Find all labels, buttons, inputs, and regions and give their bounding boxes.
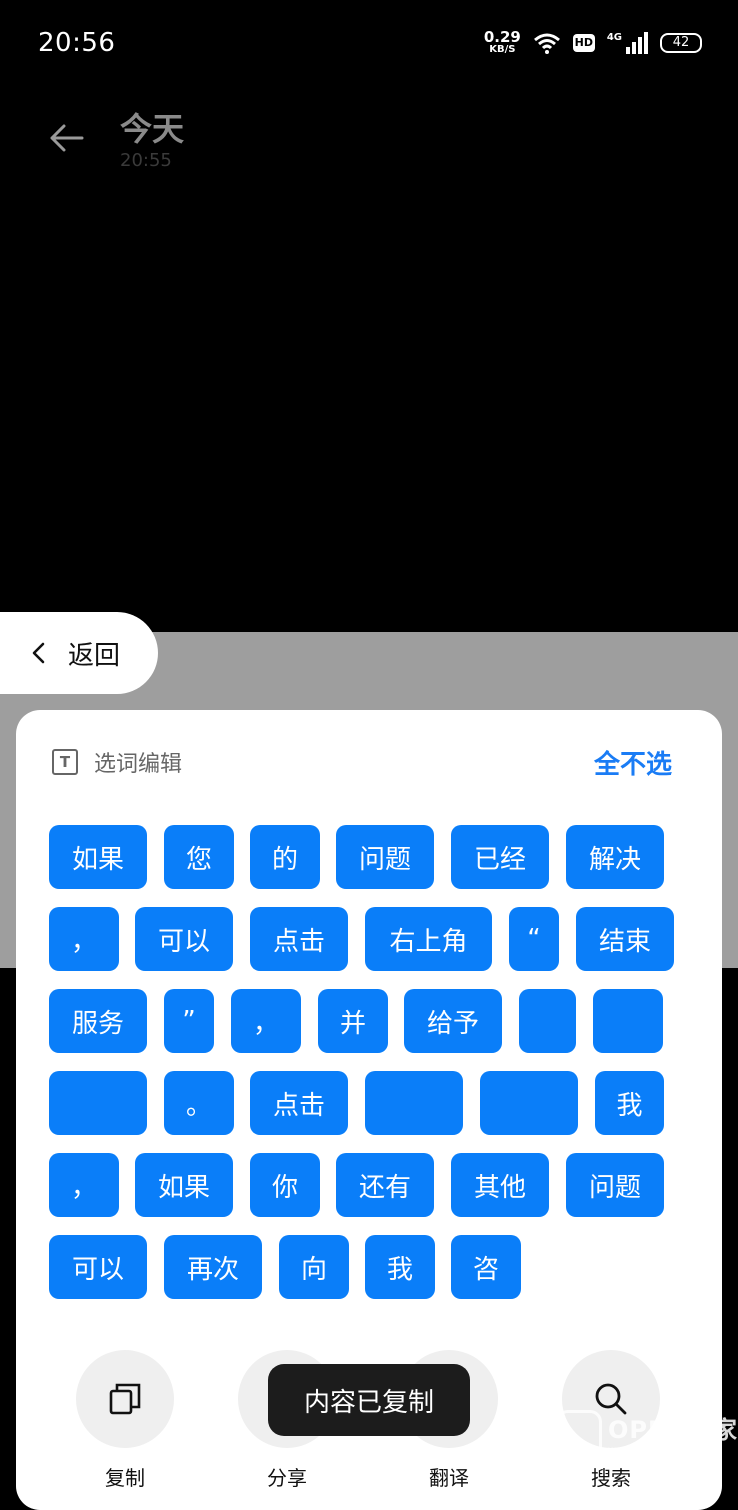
- hd-icon: HD: [572, 33, 595, 52]
- page-title: 今天: [120, 110, 185, 148]
- word-chip[interactable]: [49, 1071, 147, 1135]
- share-label: 分享: [267, 1466, 307, 1490]
- status-bar: 20:56 0.29 KB/S HD 4G 42: [0, 0, 738, 90]
- back-arrow-icon[interactable]: [46, 118, 86, 158]
- word-chip[interactable]: ，: [49, 1153, 119, 1217]
- status-time: 20:56: [38, 28, 116, 58]
- word-chip[interactable]: 其他: [451, 1153, 549, 1217]
- word-chip[interactable]: ”: [164, 989, 214, 1053]
- word-chip[interactable]: [519, 989, 576, 1053]
- return-label: 返回: [68, 640, 121, 671]
- net-speed: 0.29 KB/S: [484, 30, 521, 55]
- watermark: OPPO之家 www.oppojia.com: [556, 1410, 738, 1456]
- word-chip[interactable]: 结束: [576, 907, 674, 971]
- word-chip[interactable]: 的: [250, 825, 320, 889]
- net-speed-unit: KB/S: [489, 44, 516, 55]
- word-chip[interactable]: 可以: [49, 1235, 147, 1299]
- word-chip[interactable]: 可以: [135, 907, 233, 971]
- word-chip[interactable]: 并: [318, 989, 388, 1053]
- word-chip[interactable]: “: [509, 907, 559, 971]
- return-button[interactable]: 返回: [0, 612, 158, 694]
- word-chip[interactable]: ，: [49, 907, 119, 971]
- word-chip[interactable]: 咨: [451, 1235, 521, 1299]
- translate-label: 翻译: [429, 1466, 469, 1490]
- chevron-left-icon: [32, 642, 45, 664]
- word-chip[interactable]: 你: [250, 1153, 320, 1217]
- word-chip[interactable]: ，: [231, 989, 301, 1053]
- word-chip[interactable]: 解决: [566, 825, 664, 889]
- sheet-header: T 选词编辑: [52, 746, 182, 778]
- status-indicators: 0.29 KB/S HD 4G 42: [484, 30, 702, 55]
- search-label: 搜索: [591, 1466, 631, 1490]
- word-chip[interactable]: 问题: [336, 825, 434, 889]
- word-chip[interactable]: [593, 989, 663, 1053]
- word-chip[interactable]: 给予: [404, 989, 502, 1053]
- signal-icon: 4G: [606, 31, 648, 54]
- word-chip[interactable]: 再次: [164, 1235, 262, 1299]
- word-chip[interactable]: [480, 1071, 578, 1135]
- battery-icon: 42: [660, 32, 702, 53]
- watermark-brand: OPPO之家 www.oppojia.com: [608, 1410, 738, 1456]
- watermark-logo-icon: [556, 1410, 602, 1456]
- word-chip[interactable]: 点击: [250, 1071, 348, 1135]
- wifi-icon: [533, 33, 560, 54]
- watermark-brand-name: OPPO之家: [608, 1416, 738, 1444]
- word-chip[interactable]: 我: [365, 1235, 435, 1299]
- text-edit-icon: T: [52, 749, 78, 775]
- net-speed-value: 0.29: [483, 28, 521, 46]
- word-chip[interactable]: 如果: [135, 1153, 233, 1217]
- word-chip[interactable]: 还有: [336, 1153, 434, 1217]
- word-chip[interactable]: 如果: [49, 825, 147, 889]
- word-chip[interactable]: 向: [279, 1235, 349, 1299]
- word-chip[interactable]: 问题: [566, 1153, 664, 1217]
- word-chip[interactable]: 服务: [49, 989, 147, 1053]
- copy-label: 复制: [105, 1466, 145, 1490]
- network-type: 4G: [606, 31, 622, 43]
- copy-icon: [109, 1383, 141, 1415]
- sheet-title: 选词编辑: [94, 752, 183, 777]
- copy-button[interactable]: [76, 1350, 174, 1448]
- deselect-all-button[interactable]: 全不选: [594, 744, 672, 781]
- word-chip[interactable]: 。: [164, 1071, 234, 1135]
- copied-toast: 内容已复制: [268, 1364, 470, 1436]
- watermark-url: www.oppojia.com: [608, 1445, 696, 1456]
- word-chip[interactable]: 点击: [250, 907, 348, 971]
- page-subtitle: 20:55: [120, 150, 172, 171]
- word-chip[interactable]: 您: [164, 825, 234, 889]
- word-chip[interactable]: [365, 1071, 463, 1135]
- word-chip[interactable]: 右上角: [365, 907, 492, 971]
- word-chip[interactable]: 已经: [451, 825, 549, 889]
- word-chip[interactable]: 我: [595, 1071, 664, 1135]
